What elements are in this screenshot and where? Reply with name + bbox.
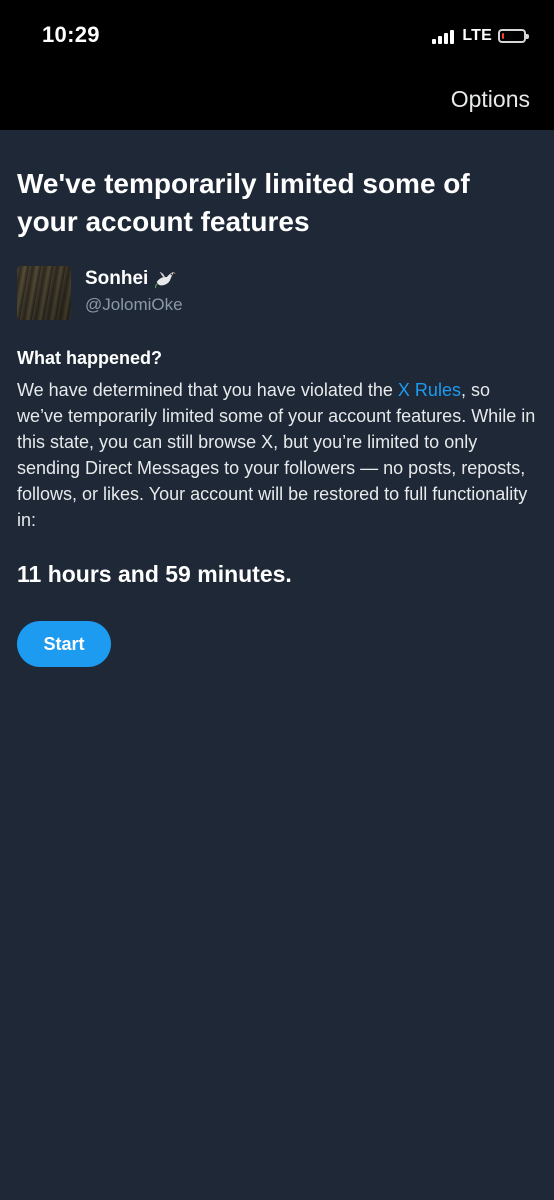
battery-icon <box>498 29 529 43</box>
page-title: We've temporarily limited some of your a… <box>17 168 470 237</box>
x-rules-link[interactable]: X Rules <box>398 380 461 400</box>
time-remaining: 11 hours and 59 minutes. <box>17 561 292 587</box>
battery-level <box>502 33 504 39</box>
what-happened-heading: What happened? <box>17 348 162 368</box>
account-handle: @JolomiOke <box>85 295 183 314</box>
status-indicators: LTE <box>432 24 529 48</box>
avatar <box>17 266 71 320</box>
account-info: Sonhei @JolomiOke <box>85 266 183 315</box>
dove-icon <box>155 271 177 289</box>
display-name: Sonhei <box>85 268 149 289</box>
top-bar: 10:29 LTE Options <box>0 0 554 130</box>
notice-body-details: , so we’ve temporarily limited some of y… <box>17 380 536 530</box>
start-button[interactable]: Start <box>17 621 111 667</box>
status-time: 10:29 <box>42 22 100 47</box>
network-label: LTE <box>462 27 492 44</box>
signal-icon <box>432 28 456 44</box>
name-row: Sonhei <box>85 268 183 290</box>
notice-body: We have determined that you have violate… <box>17 377 537 533</box>
notice-body-intro: We have determined that you have violate… <box>17 380 398 400</box>
account-card: Sonhei @JolomiOke <box>17 266 183 320</box>
options-button[interactable]: Options <box>451 86 530 113</box>
